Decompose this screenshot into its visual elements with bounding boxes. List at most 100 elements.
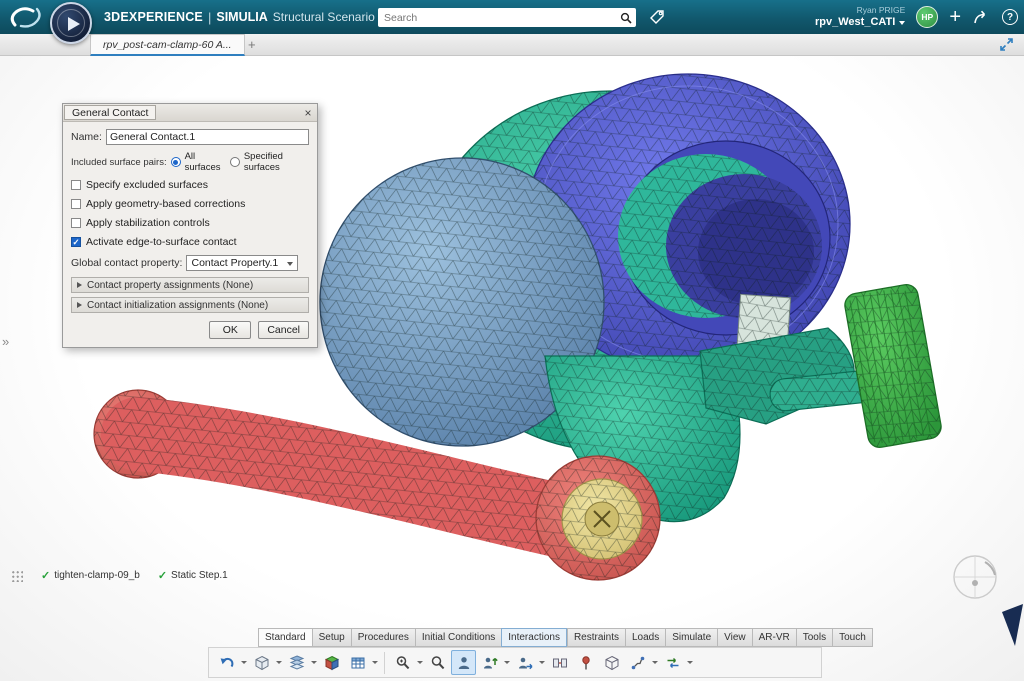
radio-all-surfaces[interactable] <box>171 157 181 167</box>
app-title: 3DEXPERIENCE | SIMULIA Structural Scenar… <box>104 0 414 34</box>
dassault-systemes-logo <box>7 4 47 30</box>
help-button[interactable]: ? <box>1002 9 1018 25</box>
cube-icon <box>254 655 270 671</box>
split-view-button[interactable] <box>547 650 572 675</box>
user-menu[interactable]: Ryan PRIGE rpv_West_CATI <box>815 6 905 28</box>
zoom-area-button[interactable] <box>390 650 415 675</box>
ribbon-tab-initial-conditions[interactable]: Initial Conditions <box>415 628 501 647</box>
layers-tool-button[interactable] <box>284 650 309 675</box>
results-table-button[interactable] <box>345 650 370 675</box>
search-icon[interactable] <box>616 8 636 27</box>
dialog-title: General Contact <box>64 105 156 120</box>
title-divider: | <box>208 10 211 25</box>
box-outline-button[interactable] <box>599 650 624 675</box>
person-transfer-button[interactable] <box>512 650 537 675</box>
radio-specified-surfaces[interactable] <box>230 157 240 167</box>
swap-arrows-icon <box>665 655 681 671</box>
undo-button[interactable] <box>214 650 239 675</box>
maximize-widget-icon[interactable] <box>999 37 1014 52</box>
general-contact-dialog: General Contact × Name: Included surface… <box>62 103 318 348</box>
person-transfer-caret[interactable] <box>538 650 546 675</box>
checkbox-edge-to-surface-contact[interactable]: ✓ Activate edge-to-surface contact <box>71 236 309 248</box>
cancel-button[interactable]: Cancel <box>258 321 309 339</box>
swap-arrows-caret[interactable] <box>686 650 694 675</box>
zoom-button[interactable] <box>425 650 450 675</box>
colored-cube-tool-button[interactable] <box>319 650 344 675</box>
close-icon[interactable]: × <box>300 105 316 120</box>
ribbon-tab-touch[interactable]: Touch <box>832 628 873 647</box>
checkbox-box[interactable] <box>71 218 81 228</box>
ribbon-tab-procedures[interactable]: Procedures <box>351 628 415 647</box>
person-promote-button[interactable] <box>477 650 502 675</box>
document-tab[interactable]: rpv_post-cam-clamp-60 A... <box>90 34 245 56</box>
add-content-button[interactable]: + <box>949 7 961 27</box>
contact-initialization-assignments-section[interactable]: Contact initialization assignments (None… <box>71 297 309 313</box>
global-contact-property-label: Global contact property: <box>71 257 182 269</box>
ribbon-tab-tools[interactable]: Tools <box>796 628 832 647</box>
status-item-mesh[interactable]: ✓ tighten-clamp-09_b <box>41 569 140 582</box>
document-tab-bar: rpv_post-cam-clamp-60 A... + <box>0 34 1024 56</box>
user-name: Ryan PRIGE <box>815 6 905 16</box>
mesh-dots-icon[interactable] <box>10 569 23 582</box>
3d-compass-widget[interactable] <box>50 2 92 44</box>
ribbon-tab-ar-vr[interactable]: AR-VR <box>752 628 796 647</box>
layers-tool-caret[interactable] <box>310 650 318 675</box>
cube-tool-button[interactable] <box>249 650 274 675</box>
app-name: SIMULIA <box>216 10 267 24</box>
checkbox-geometry-corrections[interactable]: Apply geometry-based corrections <box>71 198 309 210</box>
search-input[interactable] <box>378 12 616 24</box>
zoom-area-caret[interactable] <box>416 650 424 675</box>
ribbon-tab-standard[interactable]: Standard <box>258 628 312 647</box>
share-button[interactable] <box>972 8 991 26</box>
ok-button[interactable]: OK <box>209 321 251 339</box>
ribbon-tab-restraints[interactable]: Restraints <box>567 628 625 647</box>
view-navigation-compass[interactable] <box>954 556 996 598</box>
split-icon <box>552 655 568 671</box>
contact-property-select[interactable]: Contact Property.1 <box>186 255 298 271</box>
checkbox-box[interactable] <box>71 199 81 209</box>
dialog-body: Name: Included surface pairs: All surfac… <box>63 122 317 347</box>
box-outline-icon <box>604 655 620 671</box>
ribbon-tab-interactions[interactable]: Interactions <box>501 628 567 647</box>
status-item-label: tighten-clamp-09_b <box>54 570 140 581</box>
toolbar-separator <box>384 652 385 674</box>
status-item-step[interactable]: ✓ Static Step.1 <box>158 569 228 582</box>
ribbon-tab-setup[interactable]: Setup <box>312 628 351 647</box>
ribbon-tab-view[interactable]: View <box>717 628 752 647</box>
document-tab-label: rpv_post-cam-clamp-60 A... <box>103 39 232 51</box>
check-icon: ✓ <box>41 569 50 582</box>
panel-expander-chevron[interactable]: » <box>2 334 8 349</box>
checkbox-box[interactable] <box>71 180 81 190</box>
colored-cube-icon <box>324 655 340 671</box>
viewport-3d[interactable]: » General Contact × Name: Included surfa… <box>0 56 1024 681</box>
checkbox-box-checked[interactable]: ✓ <box>71 237 81 247</box>
dialog-title-bar[interactable]: General Contact × <box>63 104 317 122</box>
person-promote-caret[interactable] <box>503 650 511 675</box>
chevron-down-icon <box>899 21 905 25</box>
status-item-label: Static Step.1 <box>171 570 228 581</box>
results-table-caret[interactable] <box>371 650 379 675</box>
connector-caret[interactable] <box>651 650 659 675</box>
avatar[interactable]: HP <box>916 6 938 28</box>
checkbox-stabilization-controls[interactable]: Apply stabilization controls <box>71 217 309 229</box>
checkbox-specify-excluded-surfaces[interactable]: Specify excluded surfaces <box>71 179 309 191</box>
zoom-area-icon <box>395 655 411 671</box>
connector-button[interactable] <box>625 650 650 675</box>
undo-caret[interactable] <box>240 650 248 675</box>
ribbon-tab-simulate[interactable]: Simulate <box>665 628 717 647</box>
name-field[interactable] <box>106 129 309 145</box>
compass-play-icon <box>68 17 80 31</box>
pin-button[interactable] <box>573 650 598 675</box>
top-bar: 3DEXPERIENCE | SIMULIA Structural Scenar… <box>0 0 1024 34</box>
zoom-icon <box>430 655 446 671</box>
swap-arrows-button[interactable] <box>660 650 685 675</box>
ribbon-tab-loads[interactable]: Loads <box>625 628 665 647</box>
expand-arrow-icon <box>77 282 82 288</box>
contact-property-assignments-section[interactable]: Contact property assignments (None) <box>71 277 309 293</box>
cube-tool-caret[interactable] <box>275 650 283 675</box>
person-select-button[interactable] <box>451 650 476 675</box>
viewport-corner-arrow-icon[interactable] <box>1002 604 1023 646</box>
radio-specified-surfaces-label: Specified surfaces <box>244 151 309 173</box>
bookmark-tag-icon[interactable] <box>648 8 666 26</box>
new-tab-button[interactable]: + <box>248 37 256 52</box>
